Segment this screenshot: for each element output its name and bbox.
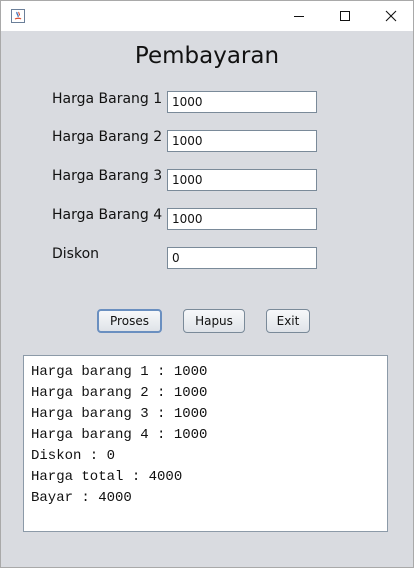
java-app-icon (11, 8, 25, 23)
close-icon (385, 10, 397, 22)
form-panel: Pembayaran Harga Barang 1 Harga Barang 2… (1, 31, 413, 567)
output-line: Diskon : 0 (31, 448, 116, 464)
exit-button[interactable]: Exit (266, 309, 310, 333)
output-line: Harga barang 2 : 1000 (31, 385, 208, 401)
output-textarea[interactable]: Harga barang 1 : 1000 Harga barang 2 : 1… (23, 355, 388, 532)
page-title: Pembayaran (134, 43, 280, 69)
title-bar (1, 1, 413, 31)
minimize-icon (294, 16, 304, 17)
harga-barang-1-field[interactable] (167, 91, 317, 113)
output-line: Harga total : 4000 (31, 469, 183, 485)
output-line: Harga barang 4 : 1000 (31, 427, 208, 443)
label-diskon: Diskon (52, 246, 100, 262)
harga-barang-4-field[interactable] (167, 208, 317, 230)
output-line: Harga barang 1 : 1000 (31, 364, 208, 380)
output-line: Bayar : 4000 (31, 490, 132, 506)
maximize-button[interactable] (323, 1, 367, 31)
diskon-field[interactable] (167, 247, 317, 269)
hapus-button[interactable]: Hapus (183, 309, 245, 333)
maximize-icon (340, 11, 350, 21)
harga-barang-2-field[interactable] (167, 130, 317, 152)
harga-barang-3-field[interactable] (167, 169, 317, 191)
proses-button[interactable]: Proses (97, 309, 162, 333)
minimize-button[interactable] (277, 1, 321, 31)
close-button[interactable] (369, 1, 413, 31)
label-harga-barang-3: Harga Barang 3 (52, 168, 163, 184)
app-window: Pembayaran Harga Barang 1 Harga Barang 2… (0, 0, 414, 568)
label-harga-barang-2: Harga Barang 2 (52, 129, 163, 145)
label-harga-barang-1: Harga Barang 1 (52, 91, 163, 107)
output-line: Harga barang 3 : 1000 (31, 406, 208, 422)
label-harga-barang-4: Harga Barang 4 (52, 207, 163, 223)
